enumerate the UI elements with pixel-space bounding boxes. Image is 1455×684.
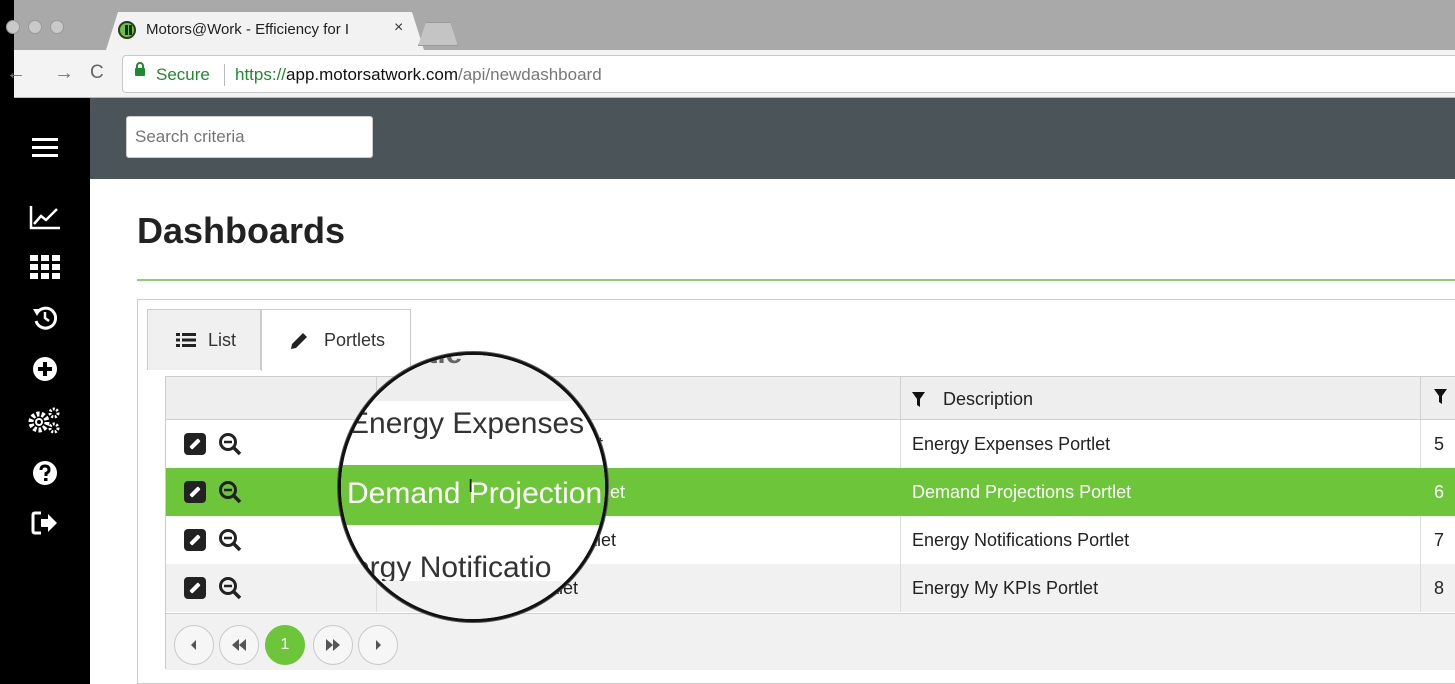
motors-at-work-favicon-icon [118, 21, 136, 39]
line-chart-icon[interactable] [28, 202, 62, 232]
question-circle-icon[interactable] [28, 458, 62, 488]
tab-portlets-label: Portlets [324, 330, 386, 350]
zoom-out-icon[interactable] [218, 528, 242, 557]
zoom-out-icon[interactable] [218, 576, 242, 605]
cell-id: 8 [1434, 578, 1445, 598]
address-bar[interactable]: Secure https://app.motorsatwork.com/api/… [122, 55, 1455, 93]
back-arrow-icon[interactable]: ← [6, 62, 26, 85]
page-number-button[interactable]: 1 [265, 625, 305, 665]
url-host: app.motorsatwork.com [286, 65, 458, 84]
next-page-icon[interactable] [358, 625, 398, 665]
column-divider [1420, 377, 1421, 420]
magnified-text-1: Energy Expenses [349, 407, 585, 440]
edit-icon[interactable] [184, 433, 206, 455]
magnified-band [341, 581, 605, 619]
gears-icon[interactable] [28, 405, 62, 435]
list-icon [176, 332, 196, 348]
main-content: Dashboards List Portlets Description Ene… [90, 179, 1455, 684]
column-header-description-label: Description [943, 389, 1034, 409]
sign-out-icon[interactable] [28, 508, 62, 538]
tab-list[interactable]: List [147, 309, 261, 370]
hamburger-menu-icon[interactable] [28, 132, 62, 162]
edit-icon[interactable] [184, 481, 206, 503]
column-header-description[interactable]: Description [912, 389, 1033, 410]
grid-icon[interactable] [28, 252, 62, 282]
cell-description: Energy Expenses Portlet [912, 434, 1111, 454]
column-divider [900, 564, 901, 612]
cell-description: Energy Notifications Portlet [912, 530, 1130, 550]
lock-icon [135, 62, 145, 76]
edit-icon[interactable] [184, 577, 206, 599]
reload-icon[interactable]: C [90, 62, 104, 84]
dashboards-panel: List Portlets Description Energy Expense… [137, 299, 1455, 684]
magnified-header-text: itle [419, 352, 463, 370]
pencil-icon [290, 332, 308, 350]
history-icon[interactable] [28, 303, 62, 333]
magnified-text-2: Demand Projection [347, 477, 603, 510]
last-page-icon[interactable] [313, 625, 353, 665]
cell-id: 7 [1434, 530, 1445, 550]
url-path: /api/newdashboard [457, 65, 602, 84]
column-divider [1420, 516, 1421, 564]
first-page-icon[interactable] [219, 625, 259, 665]
cell-title: let [606, 482, 626, 502]
text-cursor-icon: I [468, 476, 474, 497]
magnified-header [341, 355, 605, 401]
secure-label: Secure [156, 65, 210, 84]
cell-description: Energy My KPIs Portlet [912, 578, 1099, 598]
column-divider [900, 420, 901, 468]
address-divider [224, 64, 225, 86]
cell-description: Demand Projections Portlet [912, 482, 1132, 502]
window-zoom-dot[interactable] [50, 20, 64, 34]
url-scheme: https:// [235, 65, 287, 84]
title-divider [137, 279, 1455, 281]
magnified-text-3: ergy Notificatio [353, 551, 552, 584]
column-divider [1420, 564, 1421, 612]
screen-edge [0, 0, 14, 684]
page-title: Dashboards [137, 210, 346, 251]
browser-chrome: Motors@Work - Efficiency for I × ← → C S… [6, 0, 1455, 98]
app-sidebar [14, 98, 90, 684]
filter-icon[interactable] [912, 392, 925, 407]
browser-tabbar: Motors@Work - Efficiency for I × [6, 0, 1455, 50]
browser-tab-title: Motors@Work - Efficiency for I [146, 21, 350, 38]
search-input[interactable] [126, 116, 373, 158]
column-divider [900, 377, 901, 420]
browser-navbar: ← → C Secure https://app.motorsatwork.co… [6, 50, 1455, 98]
zoom-out-icon[interactable] [218, 480, 242, 509]
address-url[interactable]: https://app.motorsatwork.com/api/newdash… [235, 65, 602, 85]
prev-page-icon[interactable] [174, 625, 214, 665]
plus-circle-icon[interactable] [28, 354, 62, 384]
filter-icon[interactable] [1434, 389, 1447, 409]
pagination: 1 [166, 613, 1455, 670]
new-tab-button[interactable] [418, 22, 458, 46]
column-divider [1420, 420, 1421, 468]
edit-icon[interactable] [184, 529, 206, 551]
cell-id: 6 [1434, 482, 1445, 502]
tab-list-label: List [208, 329, 237, 350]
forward-arrow-icon[interactable]: → [54, 62, 74, 85]
window-minimize-dot[interactable] [28, 20, 42, 34]
tab-close-icon[interactable]: × [394, 19, 403, 37]
column-divider [900, 516, 901, 564]
cell-id: 5 [1434, 434, 1445, 454]
app-header [90, 98, 1455, 179]
window-close-dot[interactable] [6, 20, 20, 34]
zoom-out-icon[interactable] [218, 432, 242, 461]
